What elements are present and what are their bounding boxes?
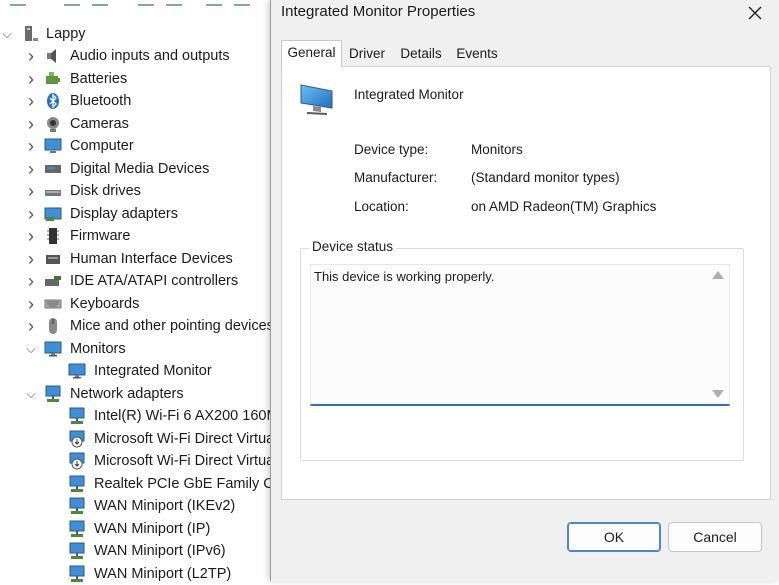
chevron-right-icon[interactable]: › bbox=[24, 90, 38, 112]
tree-item-label: Keyboards bbox=[70, 295, 140, 312]
device-name: Integrated Monitor bbox=[354, 87, 464, 102]
tree-item-label: Batteries bbox=[70, 70, 128, 87]
chevron-right-icon[interactable]: › bbox=[24, 248, 38, 270]
toolbar-button[interactable] bbox=[206, 0, 222, 6]
tree-item-label: WAN Miniport (L2TP) bbox=[94, 565, 232, 582]
ide-controller-icon bbox=[45, 276, 61, 286]
disk-drive-icon bbox=[45, 190, 61, 196]
chevron-right-icon[interactable]: › bbox=[24, 315, 38, 337]
tree-item-label: WAN Miniport (IP) bbox=[94, 520, 211, 537]
tree-item-label: WAN Miniport (IPv6) bbox=[94, 543, 226, 559]
chevron-right-icon[interactable]: › bbox=[24, 68, 38, 90]
chevron-right-icon[interactable]: › bbox=[24, 225, 38, 247]
computer-icon bbox=[25, 26, 38, 41]
chevron-right-icon[interactable]: › bbox=[24, 158, 38, 180]
device-status-textbox[interactable]: This device is working properly. bbox=[310, 264, 730, 406]
ok-button[interactable]: OK bbox=[567, 522, 661, 552]
tree-item-label: Computer bbox=[70, 138, 134, 154]
properties-dialog: Integrated Monitor Properties General Dr… bbox=[270, 0, 779, 581]
tree-item-label: Integrated Monitor bbox=[94, 363, 212, 379]
computer-icon bbox=[44, 138, 62, 153]
location-value: on AMD Radeon(TM) Graphics bbox=[471, 199, 657, 214]
toolbar-button[interactable] bbox=[64, 0, 80, 6]
chevron-right-icon[interactable]: › bbox=[24, 135, 38, 157]
device-status-legend: Device status bbox=[309, 239, 397, 254]
tree-root-label: Lappy bbox=[46, 26, 86, 42]
tree-item-label: Audio inputs and outputs bbox=[70, 48, 230, 64]
hid-icon bbox=[46, 254, 60, 264]
tree-item-label: Monitors bbox=[70, 340, 126, 357]
chevron-right-icon[interactable]: › bbox=[24, 180, 38, 202]
general-tab-panel: Integrated Monitor Device type: Monitors… bbox=[281, 66, 771, 500]
toolbar-button[interactable] bbox=[10, 0, 26, 6]
tree-item-label: Display adapters bbox=[70, 205, 178, 222]
tree-item-label: Mice and other pointing devices bbox=[70, 318, 274, 334]
cancel-button[interactable]: Cancel bbox=[668, 522, 762, 552]
location-label: Location: bbox=[354, 199, 409, 214]
toolbar-button[interactable] bbox=[234, 0, 250, 6]
network-adapter-icon bbox=[69, 565, 85, 582]
scroll-down-arrow-icon[interactable] bbox=[712, 390, 724, 398]
keyboard-icon bbox=[44, 299, 62, 308]
tree-item-label: IDE ATA/ATAPI controllers bbox=[70, 273, 239, 289]
device-type-label: Device type: bbox=[354, 142, 429, 157]
chevron-right-icon[interactable]: › bbox=[24, 113, 38, 135]
tree-item-label: Disk drives bbox=[70, 183, 141, 199]
toolbar-button[interactable] bbox=[166, 0, 182, 6]
speaker-icon bbox=[47, 49, 56, 63]
tree-item-label: Cameras bbox=[70, 115, 129, 132]
toolbar-strip bbox=[0, 0, 300, 6]
tab-details[interactable]: Details bbox=[395, 42, 447, 66]
title-bar[interactable]: Integrated Monitor Properties bbox=[271, 0, 779, 26]
media-device-icon bbox=[45, 164, 61, 173]
tree-item-label: Human Interface Devices bbox=[70, 250, 233, 267]
manufacturer-label: Manufacturer: bbox=[354, 170, 438, 185]
battery-icon bbox=[46, 71, 60, 84]
tab-driver[interactable]: Driver bbox=[343, 42, 391, 66]
network-adapter-icon bbox=[69, 475, 85, 492]
manufacturer-value: (Standard monitor types) bbox=[471, 170, 620, 185]
tab-events[interactable]: Events bbox=[451, 42, 503, 66]
chevron-right-icon[interactable]: › bbox=[24, 270, 38, 292]
chevron-down-icon[interactable]: ⌵ bbox=[24, 383, 38, 405]
toolbar-button[interactable] bbox=[92, 0, 108, 6]
dialog-title: Integrated Monitor Properties bbox=[281, 3, 476, 20]
chevron-right-icon[interactable]: › bbox=[24, 203, 38, 225]
network-adapter-icon bbox=[69, 407, 85, 424]
camera-icon bbox=[47, 116, 59, 132]
close-button[interactable] bbox=[742, 1, 768, 25]
chevron-down-icon[interactable]: ⌵ bbox=[24, 338, 38, 360]
chevron-down-icon[interactable]: ⌵ bbox=[0, 23, 14, 45]
toolbar-button[interactable] bbox=[138, 0, 154, 6]
network-adapter-icon bbox=[69, 497, 85, 514]
chevron-right-icon[interactable]: › bbox=[24, 45, 38, 67]
tree-item-label: Network adapters bbox=[70, 385, 184, 402]
scroll-up-arrow-icon[interactable] bbox=[712, 271, 724, 279]
monitor-icon bbox=[68, 363, 86, 379]
display-adapter-icon bbox=[44, 207, 62, 221]
virtual-adapter-icon bbox=[69, 452, 85, 470]
tree-item-label: Digital Media Devices bbox=[70, 160, 210, 177]
tree-item-label: Intel(R) Wi-Fi 6 AX200 160MHz bbox=[94, 408, 297, 424]
tree-item-label: Bluetooth bbox=[70, 93, 132, 109]
monitor-icon bbox=[300, 84, 333, 115]
chevron-right-icon[interactable]: › bbox=[24, 293, 38, 315]
virtual-adapter-icon bbox=[69, 430, 85, 447]
mouse-icon bbox=[49, 318, 57, 334]
firmware-icon bbox=[47, 228, 59, 244]
device-tree: ⌵ Lappy › Audio inputs and outputs › Batter… bbox=[0, 0, 352, 582]
monitor-icon bbox=[44, 341, 62, 356]
network-adapter-icon bbox=[45, 385, 61, 402]
tab-general[interactable]: General bbox=[281, 40, 342, 67]
tree-item-label: Firmware bbox=[70, 228, 131, 244]
device-status-text: This device is working properly. bbox=[314, 269, 495, 284]
bluetooth-icon bbox=[47, 93, 59, 109]
close-icon bbox=[748, 6, 762, 20]
network-adapter-icon bbox=[69, 520, 85, 537]
device-type-value: Monitors bbox=[471, 142, 523, 157]
tree-item-label: WAN Miniport (IKEv2) bbox=[94, 498, 236, 514]
network-adapter-icon bbox=[69, 542, 85, 559]
device-status-group: Device status This device is working pro… bbox=[300, 239, 744, 461]
